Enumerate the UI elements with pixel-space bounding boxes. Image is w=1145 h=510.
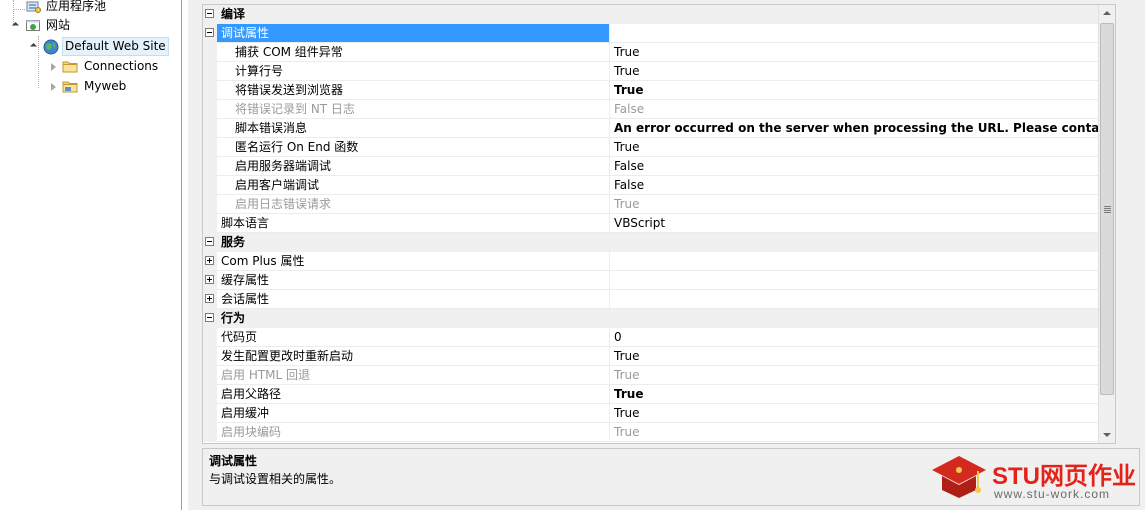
app-pool-icon [25, 0, 41, 14]
connections-tree: 应用程序池 网站 Default Web Site Connections My… [0, 0, 182, 510]
property-row[interactable]: 脚本错误消息 An error occurred on the server w… [203, 119, 1111, 138]
property-row[interactable]: 脚本语言 VBScript [203, 214, 1111, 233]
property-row[interactable]: 计算行号 True [203, 62, 1111, 81]
expand-toggle-icon[interactable] [205, 256, 214, 265]
property-row[interactable]: 启用父路径 True [203, 385, 1111, 404]
property-row[interactable]: 启用客户端调试 False [203, 176, 1111, 195]
tree-item-label: Myweb [84, 79, 127, 93]
globe-icon [43, 39, 59, 55]
property-row[interactable]: 代码页 0 [203, 328, 1111, 347]
tree-item-label: 应用程序池 [46, 0, 107, 13]
tree-item-connections[interactable]: Connections [0, 57, 180, 76]
expand-toggle-icon[interactable] [205, 275, 214, 284]
collapse-toggle-icon[interactable] [205, 313, 214, 322]
scroll-down-arrow-icon[interactable] [1099, 426, 1115, 443]
property-row[interactable]: 将错误记录到 NT 日志 False [203, 100, 1111, 119]
property-row[interactable]: 启用缓冲 True [203, 404, 1111, 423]
property-grid: 编译 调试属性 捕获 COM 组件异常 True 计算行号 True 将错误发送… [202, 4, 1116, 444]
collapse-arrow-icon[interactable] [51, 83, 56, 91]
collapse-arrow-icon[interactable] [51, 63, 56, 71]
watermark-brand: STU网页作业 [992, 463, 1136, 490]
tree-item-app-pools[interactable]: 应用程序池 [0, 0, 180, 16]
property-session[interactable]: 会话属性 [203, 290, 1111, 309]
property-row[interactable]: 启用块编码 True [203, 423, 1111, 442]
scrollbar-thumb[interactable] [1100, 23, 1114, 395]
property-name-selected: 调试属性 [217, 24, 609, 42]
asp-feature-page: 编译 调试属性 捕获 COM 组件异常 True 计算行号 True 将错误发送… [188, 0, 1145, 510]
tree-item-myweb[interactable]: Myweb [0, 77, 180, 96]
graduation-cap-icon [932, 456, 986, 498]
tree-item-default-web-site[interactable]: Default Web Site [0, 37, 180, 56]
category-compile[interactable]: 编译 [203, 5, 1111, 24]
collapse-toggle-icon[interactable] [205, 9, 214, 18]
property-cache[interactable]: 缓存属性 [203, 271, 1111, 290]
property-row[interactable]: 启用 HTML 回退 True [203, 366, 1111, 385]
collapse-toggle-icon[interactable] [205, 237, 214, 246]
category-services[interactable]: 服务 [203, 233, 1111, 252]
scroll-up-arrow-icon[interactable] [1099, 5, 1115, 22]
tree-item-sites[interactable]: 网站 [0, 16, 180, 35]
property-grid-scrollbar[interactable] [1098, 5, 1115, 443]
iis-manager-window: 应用程序池 网站 Default Web Site Connections My… [0, 0, 1145, 510]
property-row[interactable]: 发生配置更改时重新启动 True [203, 347, 1111, 366]
tree-item-label: 网站 [46, 18, 71, 32]
stu-watermark: STU网页作业 www.stu-work.com [930, 452, 1140, 506]
property-row[interactable]: 匿名运行 On End 函数 True [203, 138, 1111, 157]
collapse-toggle-icon[interactable] [205, 28, 214, 37]
property-row[interactable]: 启用日志错误请求 True [203, 195, 1111, 214]
category-behavior[interactable]: 行为 [203, 309, 1111, 328]
folder-icon [62, 59, 78, 74]
expand-arrow-icon[interactable] [11, 21, 20, 30]
expand-arrow-icon[interactable] [29, 42, 38, 51]
tree-item-label: Connections [84, 59, 159, 73]
expand-toggle-icon[interactable] [205, 294, 214, 303]
property-row[interactable]: 启用服务器端调试 False [203, 157, 1111, 176]
sites-icon [25, 18, 41, 33]
grip-icon [1104, 206, 1111, 213]
property-row[interactable]: 将错误发送到浏览器 True [203, 81, 1111, 100]
folder-icon [62, 79, 78, 94]
property-row[interactable]: 捕获 COM 组件异常 True [203, 43, 1111, 62]
property-com-plus[interactable]: Com Plus 属性 [203, 252, 1111, 271]
watermark-url: www.stu-work.com [994, 487, 1111, 501]
tree-item-label: Default Web Site [62, 37, 169, 56]
property-debug[interactable]: 调试属性 [203, 24, 1111, 43]
